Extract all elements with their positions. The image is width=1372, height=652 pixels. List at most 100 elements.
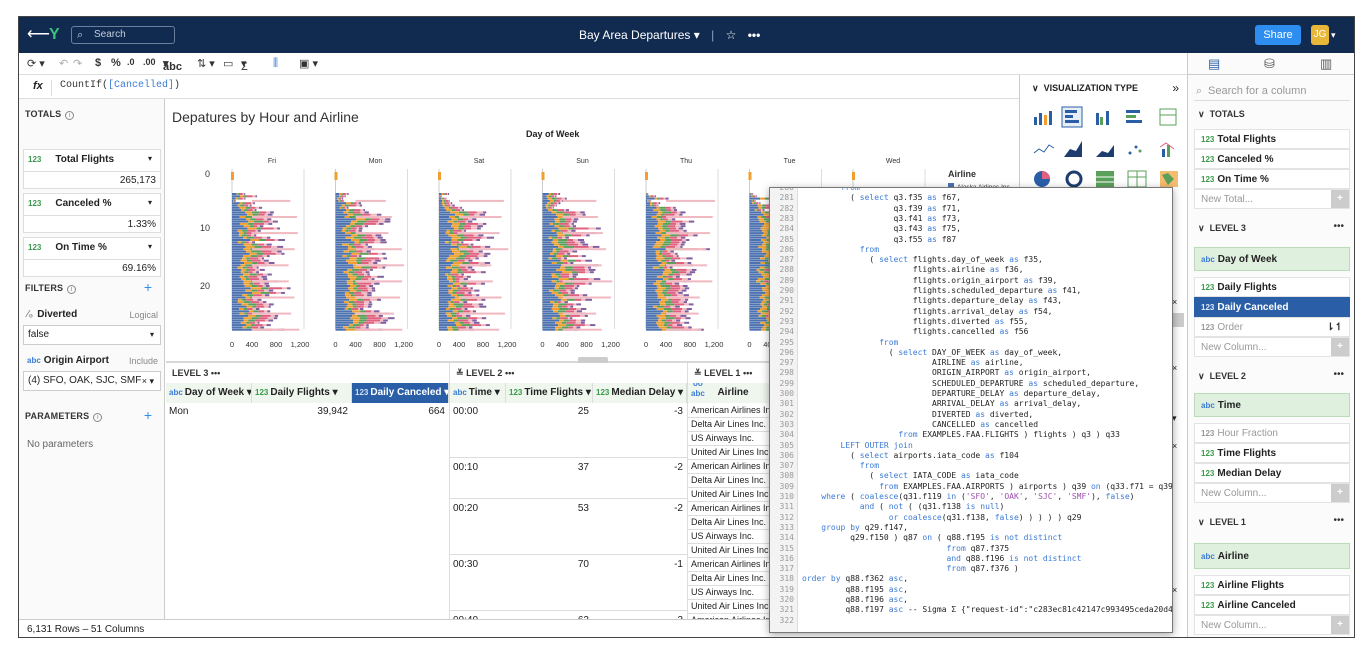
more-icon[interactable]: •••: [211, 368, 220, 378]
column-search-input[interactable]: ⌕ Search for a column: [1194, 81, 1350, 101]
formula-input[interactable]: CountIf([Cancelled]): [51, 80, 1011, 96]
rs-order[interactable]: 123 Order ⇂↿: [1194, 317, 1350, 337]
cell-daily-canceled[interactable]: 664: [352, 403, 445, 421]
chevron-down-icon[interactable]: ∨: [1032, 83, 1039, 93]
rs-new-column-l3[interactable]: New Column... +: [1194, 337, 1350, 357]
cell-airline[interactable]: United Air Lines Inc.: [691, 599, 777, 613]
cell-time-flights[interactable]: 53: [506, 500, 589, 518]
more-icon[interactable]: •••: [743, 368, 752, 378]
cell-airline[interactable]: US Airways Inc.: [691, 585, 777, 599]
cell-time[interactable]: 00:20: [453, 500, 503, 518]
info-icon[interactable]: i: [93, 413, 103, 422]
rs-hour-fraction[interactable]: 123 Hour Fraction: [1194, 423, 1350, 443]
add-filter-button[interactable]: +: [144, 279, 152, 295]
cell-airline[interactable]: Delta Air Lines Inc.: [691, 571, 777, 585]
rs-new-total[interactable]: New Total... +: [1194, 189, 1350, 209]
donut-chart-icon[interactable]: [1065, 170, 1083, 188]
col-time-flights[interactable]: 123 Time Flights ▾: [506, 383, 593, 403]
star-icon[interactable]: ☆: [726, 28, 737, 42]
cell-day[interactable]: Mon: [169, 403, 188, 421]
cell-airline[interactable]: United Air Lines Inc.: [691, 487, 777, 501]
chevron-down-icon[interactable]: ▾: [148, 198, 152, 207]
cell-daily-flights[interactable]: 39,942: [252, 403, 348, 421]
cell-airline[interactable]: US Airways Inc.: [691, 529, 777, 543]
global-search-input[interactable]: ⌕ Search: [71, 26, 175, 44]
cell-airline[interactable]: American Airlines Inc.: [691, 501, 777, 515]
metric-total-flights[interactable]: 123 Total Flights ▾ 265,173: [23, 149, 161, 189]
chevron-down-icon[interactable]: ▾: [148, 154, 152, 163]
avatar-caret-icon[interactable]: ▾: [1331, 17, 1336, 53]
col-airline[interactable]: oo abc Airline: [688, 383, 776, 403]
more-icon[interactable]: •••: [1333, 515, 1344, 526]
chevron-down-icon[interactable]: ▾: [148, 242, 152, 251]
pivot-table-icon[interactable]: [1096, 171, 1114, 187]
scatter-icon[interactable]: [1128, 145, 1142, 155]
resize-handle[interactable]: [578, 357, 608, 363]
table-bar-icon[interactable]: [1159, 108, 1177, 126]
area2-chart-icon[interactable]: [1096, 145, 1114, 157]
info-icon[interactable]: i: [67, 285, 77, 294]
sigma-sum-button[interactable]: Σ ▾: [241, 57, 248, 73]
grouped-bar-icon[interactable]: [1096, 111, 1109, 125]
col-median-delay[interactable]: 123 Median Delay ▾: [593, 383, 687, 403]
cell-airline[interactable]: American Airlines Inc.: [691, 459, 777, 473]
metric-on-time-pct[interactable]: 123 On Time % ▾ 69.16%: [23, 237, 161, 277]
cell-median-delay[interactable]: -2: [593, 500, 683, 518]
add-parameter-button[interactable]: +: [144, 407, 152, 423]
bar-chart-icon[interactable]: [1034, 111, 1052, 125]
filter-diverted-select[interactable]: false ▾: [23, 325, 161, 345]
more-icon[interactable]: •••: [748, 28, 761, 42]
horizontal-bar-icon[interactable]: [1061, 106, 1083, 128]
rs-daily-flights[interactable]: 123 Daily Flights: [1194, 277, 1350, 297]
sort-icon[interactable]: ⇂↿: [1326, 318, 1343, 338]
cell-airline[interactable]: Delta Air Lines Inc.: [691, 417, 777, 431]
tab-chart-icon[interactable]: ▥: [1320, 56, 1332, 72]
document-title[interactable]: Bay Area Departures ▾ | ☆ •••: [579, 17, 819, 53]
cell-time-flights[interactable]: 25: [506, 403, 589, 421]
info-icon[interactable]: i: [65, 111, 75, 120]
add-icon[interactable]: +: [1331, 616, 1349, 634]
more-icon[interactable]: •••: [505, 368, 514, 378]
clear-chevron-icon[interactable]: × ▾: [142, 372, 154, 390]
column-settings-icon[interactable]: ⫼: [273, 57, 278, 70]
rs-group-airline[interactable]: abc Airline: [1194, 543, 1350, 569]
layout-icon[interactable]: ▣ ▾: [299, 57, 318, 70]
sigma-logo-icon[interactable]: Y: [49, 17, 60, 53]
chevron-down-icon[interactable]: ▾: [694, 28, 703, 42]
rs-group-time[interactable]: abc Time: [1194, 393, 1350, 417]
decrease-decimal-button[interactable]: .0: [127, 57, 135, 67]
cell-time-flights[interactable]: 70: [506, 556, 589, 574]
cell-airline[interactable]: United Air Lines Inc.: [691, 543, 777, 557]
rs-airline-canceled[interactable]: 123 Airline Canceled: [1194, 595, 1350, 615]
sort-icon[interactable]: ⇅ ▾: [197, 57, 215, 70]
rs-canceled-pct[interactable]: 123 Canceled %: [1194, 149, 1350, 169]
stacked-bar-icon[interactable]: [1126, 110, 1142, 123]
share-button[interactable]: Share: [1255, 25, 1301, 45]
increase-decimal-button[interactable]: .00: [143, 57, 156, 67]
rs-on-time-pct[interactable]: 123 On Time %: [1194, 169, 1350, 189]
col-time[interactable]: abc Time ▾: [450, 383, 506, 403]
col-day-of-week[interactable]: abc Day of Week ▾: [166, 383, 252, 403]
cell-median-delay[interactable]: -2: [593, 459, 683, 477]
combo-chart-icon[interactable]: [1159, 142, 1175, 157]
cell-median-delay[interactable]: -1: [593, 556, 683, 574]
rs-time-flights[interactable]: 123 Time Flights: [1194, 443, 1350, 463]
grid-table-icon[interactable]: [1127, 170, 1147, 188]
comment-icon[interactable]: ▭: [223, 57, 233, 70]
chevron-icon[interactable]: ≚: [694, 368, 702, 378]
col-daily-canceled[interactable]: 123 Daily Canceled ▾: [352, 383, 449, 403]
rs-daily-canceled[interactable]: 123 Daily Canceled: [1194, 297, 1350, 317]
pie-chart-icon[interactable]: [1034, 171, 1050, 187]
back-arrow-icon[interactable]: ⟵: [27, 17, 50, 53]
area-chart-icon[interactable]: [1064, 141, 1082, 157]
rs-group-day-of-week[interactable]: abc Day of Week: [1194, 247, 1350, 271]
add-icon[interactable]: +: [1331, 484, 1349, 502]
rs-airline-flights[interactable]: 123 Airline Flights: [1194, 575, 1350, 595]
cell-airline[interactable]: American Airlines Inc.: [691, 557, 777, 571]
rs-median-delay[interactable]: 123 Median Delay: [1194, 463, 1350, 483]
cell-airline[interactable]: Delta Air Lines Inc.: [691, 473, 777, 487]
cell-airline[interactable]: United Air Lines Inc.: [691, 445, 777, 459]
metric-canceled-pct[interactable]: 123 Canceled % ▾ 1.33%: [23, 193, 161, 233]
tab-database-icon[interactable]: ⛁: [1264, 56, 1275, 72]
cell-airline[interactable]: American Airlines Inc.: [691, 403, 777, 417]
